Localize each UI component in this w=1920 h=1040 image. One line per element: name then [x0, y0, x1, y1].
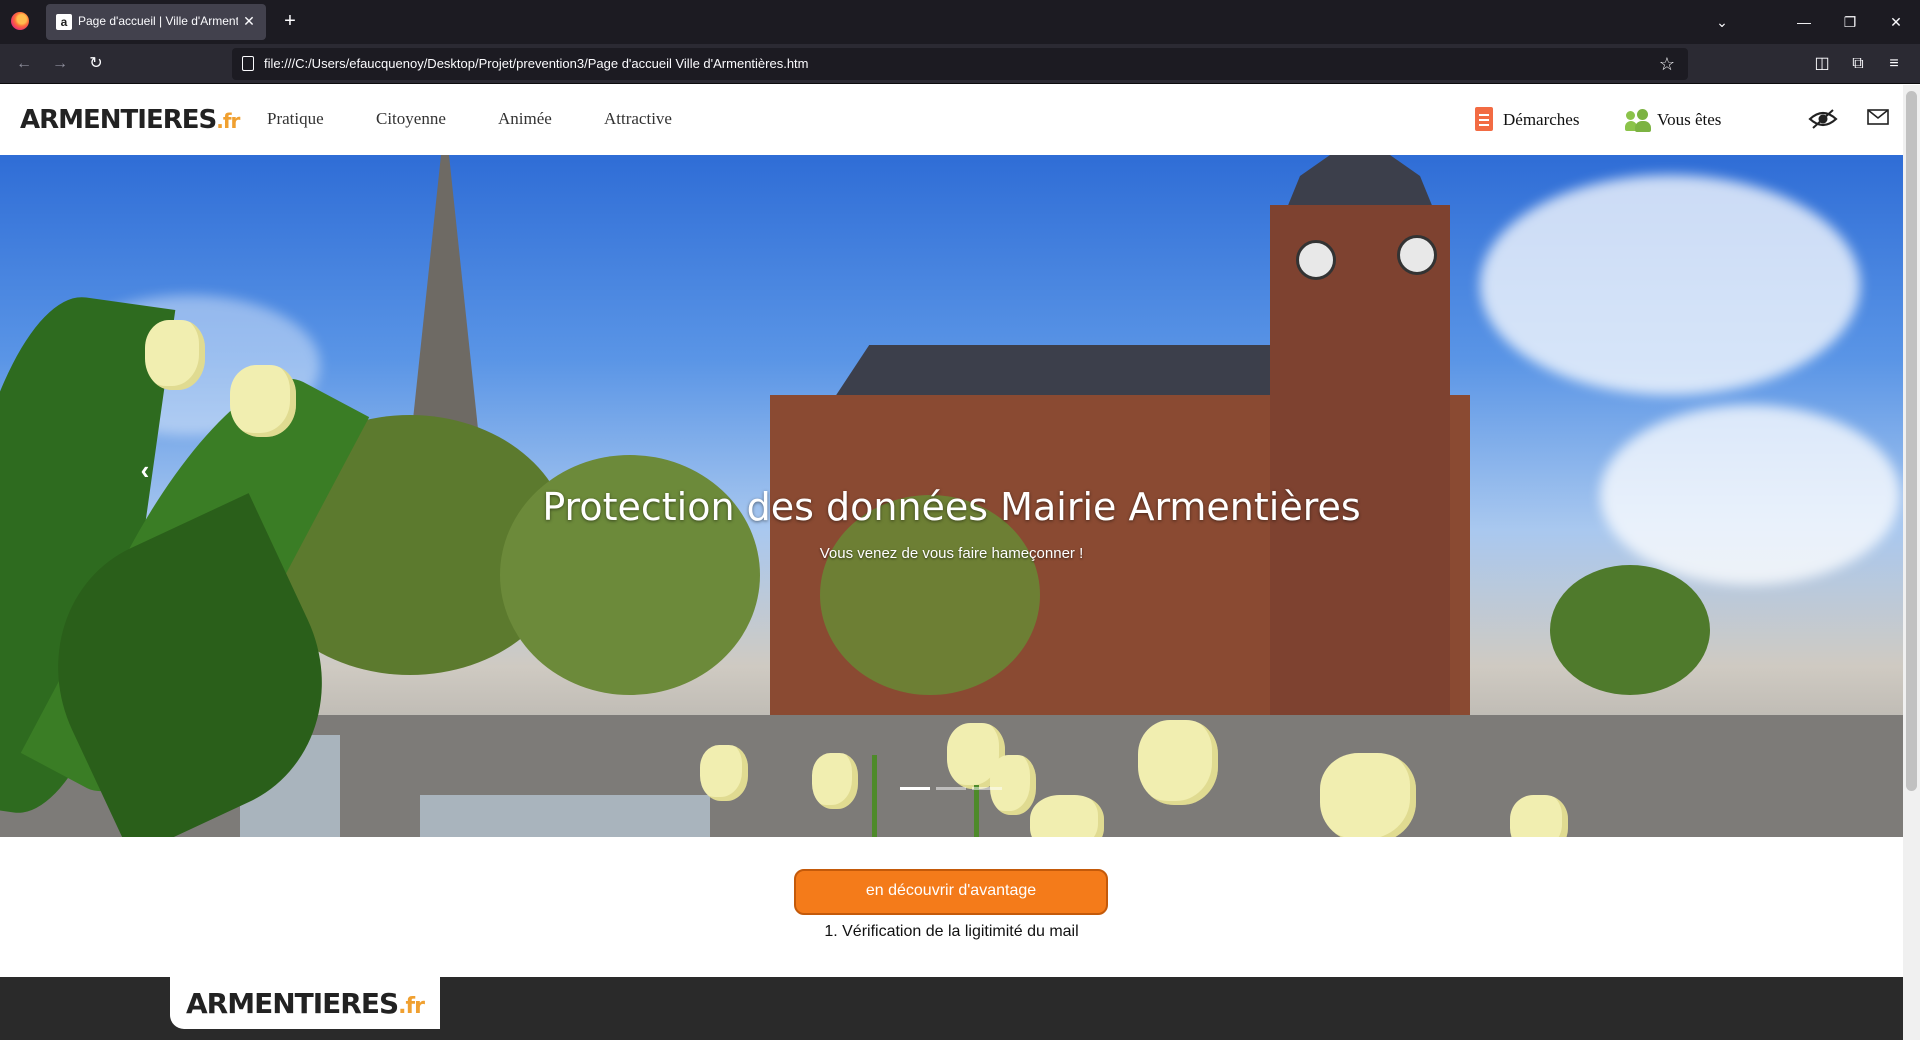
carousel-prev-icon[interactable]: ‹	[130, 455, 160, 485]
discover-more-button[interactable]: en découvrir d'avantage	[794, 869, 1108, 915]
demarches-link[interactable]: Démarches	[1475, 107, 1595, 133]
browser-tabbar: a Page d'accueil | Ville d'Armentières ✕…	[0, 0, 1920, 44]
menu-icon[interactable]: ≡	[1882, 52, 1906, 76]
footer-logo-suffix: .fr	[398, 994, 425, 1019]
firefox-icon[interactable]	[11, 12, 29, 30]
pocket-icon[interactable]: ◫	[1810, 52, 1834, 76]
bookmark-star-icon[interactable]: ☆	[1656, 53, 1678, 75]
list-tabs-icon[interactable]: ⌄	[1710, 10, 1734, 34]
site-logo[interactable]: ARMENTIERES.fr	[20, 105, 240, 135]
vous-etes-label: Vous êtes	[1657, 110, 1722, 129]
menu-item-citoyenne[interactable]: Citoyenne	[376, 109, 446, 129]
minimize-button[interactable]: —	[1792, 10, 1816, 34]
carousel-indicator[interactable]	[936, 787, 966, 790]
carousel-indicator[interactable]	[972, 787, 1002, 790]
carousel-indicator[interactable]	[900, 787, 930, 790]
page-icon	[242, 56, 254, 71]
hero-title: Protection des données Mairie Armentière…	[542, 485, 1361, 529]
footer-logo-box[interactable]: ARMENTIERES.fr	[170, 977, 440, 1029]
footer-logo-main: ARMENTIERES	[186, 987, 399, 1020]
browser-tab[interactable]: a Page d'accueil | Ville d'Armentières ✕	[46, 4, 266, 40]
extensions-icon[interactable]: ⧉	[1846, 52, 1870, 76]
mail-icon[interactable]	[1863, 107, 1893, 131]
vous-etes-link[interactable]: Vous êtes	[1625, 107, 1745, 133]
restore-button[interactable]: ❐	[1838, 10, 1862, 34]
logo-main: ARMENTIERES	[20, 105, 217, 135]
carousel-indicators	[900, 787, 1004, 791]
new-tab-button[interactable]: +	[278, 10, 302, 34]
web-page: ARMENTIERES.fr Pratique Citoyenne Animée…	[0, 85, 1903, 1040]
url-text[interactable]: file:///C:/Users/efaucquenoy/Desktop/Pro…	[264, 56, 809, 71]
forward-button[interactable]: →	[48, 52, 72, 76]
footer-logo: ARMENTIERES.fr	[186, 987, 425, 1020]
tab-title: Page d'accueil | Ville d'Armentières	[78, 14, 238, 28]
url-bar[interactable]: file:///C:/Users/efaucquenoy/Desktop/Pro…	[232, 48, 1688, 80]
hero-subtitle: Vous venez de vous faire hameçonner !	[819, 545, 1084, 562]
reload-button[interactable]: ↻	[84, 52, 108, 76]
logo-suffix: .fr	[216, 109, 240, 133]
footer: ARMENTIERES.fr	[0, 977, 1903, 1040]
page-scrollbar[interactable]	[1903, 85, 1920, 1040]
menu-item-attractive[interactable]: Attractive	[604, 109, 672, 129]
demarches-label: Démarches	[1503, 110, 1580, 129]
cta-caption: 1. Vérification de la ligitimité du mail	[824, 923, 1079, 940]
people-icon	[1625, 109, 1651, 132]
browser-navbar: ← → ↻ file:///C:/Users/efaucquenoy/Deskt…	[0, 44, 1920, 84]
hero-carousel: ‹ Protection des données Mairie Armentiè…	[0, 155, 1903, 837]
menu-item-animee[interactable]: Animée	[498, 109, 552, 129]
eye-icon[interactable]	[1808, 107, 1838, 131]
scrollbar-thumb[interactable]	[1906, 91, 1917, 791]
site-favicon-icon: a	[56, 14, 72, 30]
menu-item-pratique[interactable]: Pratique	[267, 109, 324, 129]
document-icon	[1475, 107, 1493, 131]
close-tab-icon[interactable]: ✕	[240, 12, 258, 30]
back-button[interactable]: ←	[12, 52, 36, 76]
close-window-button[interactable]: ✕	[1884, 10, 1908, 34]
site-header: ARMENTIERES.fr Pratique Citoyenne Animée…	[0, 85, 1903, 155]
